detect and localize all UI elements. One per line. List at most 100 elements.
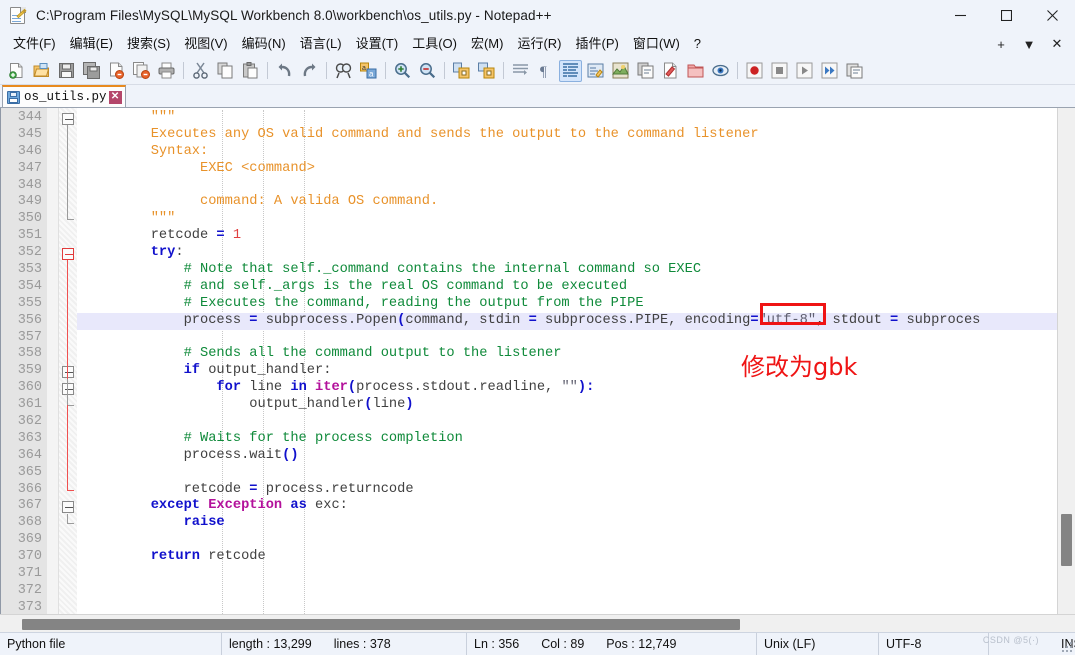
- fold-slot[interactable]: [59, 448, 77, 465]
- undo-icon[interactable]: [273, 60, 296, 82]
- user-defined-language-icon[interactable]: [584, 60, 607, 82]
- fold-slot[interactable]: [59, 330, 77, 347]
- code-line[interactable]: command: A valida OS command.: [77, 194, 1057, 211]
- bookmark-margin[interactable]: [47, 108, 59, 614]
- close-all-files-icon[interactable]: [130, 60, 153, 82]
- code-line[interactable]: EXEC <command>: [77, 161, 1057, 178]
- sync-vertical-scroll-icon[interactable]: [450, 60, 473, 82]
- code-line[interactable]: retcode = process.returncode: [77, 482, 1057, 499]
- copy-icon[interactable]: [214, 60, 237, 82]
- show-all-characters-icon[interactable]: ¶: [534, 60, 557, 82]
- fold-slot[interactable]: [59, 431, 77, 448]
- find-icon[interactable]: [332, 60, 355, 82]
- code-line[interactable]: process.wait(): [77, 448, 1057, 465]
- close-button[interactable]: [1029, 0, 1075, 31]
- code-line[interactable]: process = subprocess.Popen(command, stdi…: [77, 312, 1057, 330]
- fold-slot[interactable]: [59, 566, 77, 583]
- resize-grip[interactable]: [1061, 641, 1073, 653]
- fold-slot[interactable]: [59, 296, 77, 313]
- code-line[interactable]: Executes any OS valid command and sends …: [77, 127, 1057, 144]
- code-line[interactable]: # Sends all the command output to the li…: [77, 346, 1057, 363]
- status-eol-format[interactable]: Unix (LF): [757, 632, 879, 655]
- menu-edit[interactable]: 编辑(E): [63, 33, 120, 55]
- code-folding-margin[interactable]: [59, 108, 77, 614]
- fold-slot[interactable]: [59, 279, 77, 296]
- fold-slot[interactable]: [59, 482, 77, 499]
- code-line[interactable]: """: [77, 211, 1057, 228]
- code-line[interactable]: except Exception as exc:: [77, 498, 1057, 515]
- fold-slot[interactable]: [59, 346, 77, 363]
- menu-add-tab-button[interactable]: +: [987, 32, 1015, 56]
- function-list-icon[interactable]: [634, 60, 657, 82]
- fold-slot[interactable]: [59, 262, 77, 279]
- menu-window[interactable]: 窗口(W): [626, 33, 687, 55]
- code-line[interactable]: [77, 600, 1057, 614]
- save-all-icon[interactable]: [80, 60, 103, 82]
- maximize-button[interactable]: [983, 0, 1029, 31]
- zoom-out-icon[interactable]: [416, 60, 439, 82]
- fold-slot[interactable]: [59, 363, 77, 380]
- fold-slot[interactable]: [59, 228, 77, 245]
- print-icon[interactable]: [155, 60, 178, 82]
- paste-icon[interactable]: [239, 60, 262, 82]
- fold-slot[interactable]: [59, 549, 77, 566]
- macro-save-icon[interactable]: [843, 60, 866, 82]
- code-line[interactable]: [77, 414, 1057, 431]
- menu-tools[interactable]: 工具(O): [405, 33, 464, 55]
- open-file-icon[interactable]: [30, 60, 53, 82]
- fold-slot[interactable]: [59, 380, 77, 397]
- code-text-area[interactable]: 修改为gbk """ Executes any OS valid command…: [77, 108, 1057, 614]
- replace-icon[interactable]: a a: [357, 60, 380, 82]
- code-line[interactable]: [77, 178, 1057, 195]
- code-line[interactable]: # Executes the command, reading the outp…: [77, 296, 1057, 313]
- folder-as-workspace-icon[interactable]: [684, 60, 707, 82]
- code-line[interactable]: return retcode: [77, 549, 1057, 566]
- menu-help[interactable]: ?: [687, 33, 708, 55]
- zoom-in-icon[interactable]: [391, 60, 414, 82]
- document-map-icon[interactable]: [609, 60, 632, 82]
- menu-macro[interactable]: 宏(M): [464, 33, 511, 55]
- fold-slot[interactable]: [59, 110, 77, 127]
- indent-guide-icon[interactable]: [559, 59, 582, 82]
- fold-slot[interactable]: [59, 245, 77, 262]
- fold-collapse-icon[interactable]: [62, 248, 74, 261]
- fold-slot[interactable]: [59, 194, 77, 211]
- vertical-scrollbar-thumb[interactable]: [1061, 514, 1072, 566]
- fold-slot[interactable]: [59, 583, 77, 600]
- macro-record-icon[interactable]: [743, 60, 766, 82]
- menu-view[interactable]: 视图(V): [177, 33, 234, 55]
- macro-stop-icon[interactable]: [768, 60, 791, 82]
- word-wrap-icon[interactable]: [509, 60, 532, 82]
- menu-file[interactable]: 文件(F): [6, 33, 63, 55]
- status-language[interactable]: Python file: [0, 632, 222, 655]
- monitoring-icon[interactable]: [709, 60, 732, 82]
- code-line[interactable]: raise: [77, 515, 1057, 532]
- fold-collapse-icon[interactable]: [62, 366, 74, 379]
- code-line[interactable]: [77, 465, 1057, 482]
- sync-horizontal-scroll-icon[interactable]: [475, 60, 498, 82]
- fold-collapse-icon[interactable]: [62, 501, 74, 514]
- fold-slot[interactable]: [59, 313, 77, 330]
- code-line[interactable]: # Note that self._command contains the i…: [77, 262, 1057, 279]
- fold-slot[interactable]: [59, 178, 77, 195]
- code-line[interactable]: """: [77, 110, 1057, 127]
- cut-icon[interactable]: [189, 60, 212, 82]
- code-line[interactable]: [77, 330, 1057, 347]
- fold-slot[interactable]: [59, 600, 77, 614]
- code-line[interactable]: for line in iter(process.stdout.readline…: [77, 380, 1057, 397]
- code-line[interactable]: [77, 532, 1057, 549]
- menu-run[interactable]: 运行(R): [510, 33, 568, 55]
- fold-slot[interactable]: [59, 465, 77, 482]
- fold-slot[interactable]: [59, 211, 77, 228]
- horizontal-scrollbar[interactable]: [0, 614, 1075, 632]
- code-line[interactable]: try:: [77, 245, 1057, 262]
- save-icon[interactable]: [55, 60, 78, 82]
- fold-collapse-icon[interactable]: [62, 113, 74, 125]
- code-line[interactable]: if output_handler:: [77, 363, 1057, 380]
- fold-slot[interactable]: [59, 127, 77, 144]
- status-encoding[interactable]: UTF-8: [879, 632, 989, 655]
- close-file-icon[interactable]: [105, 60, 128, 82]
- menu-tab-list-button[interactable]: ▼: [1015, 32, 1043, 56]
- code-line[interactable]: [77, 566, 1057, 583]
- vertical-scrollbar[interactable]: [1057, 108, 1075, 614]
